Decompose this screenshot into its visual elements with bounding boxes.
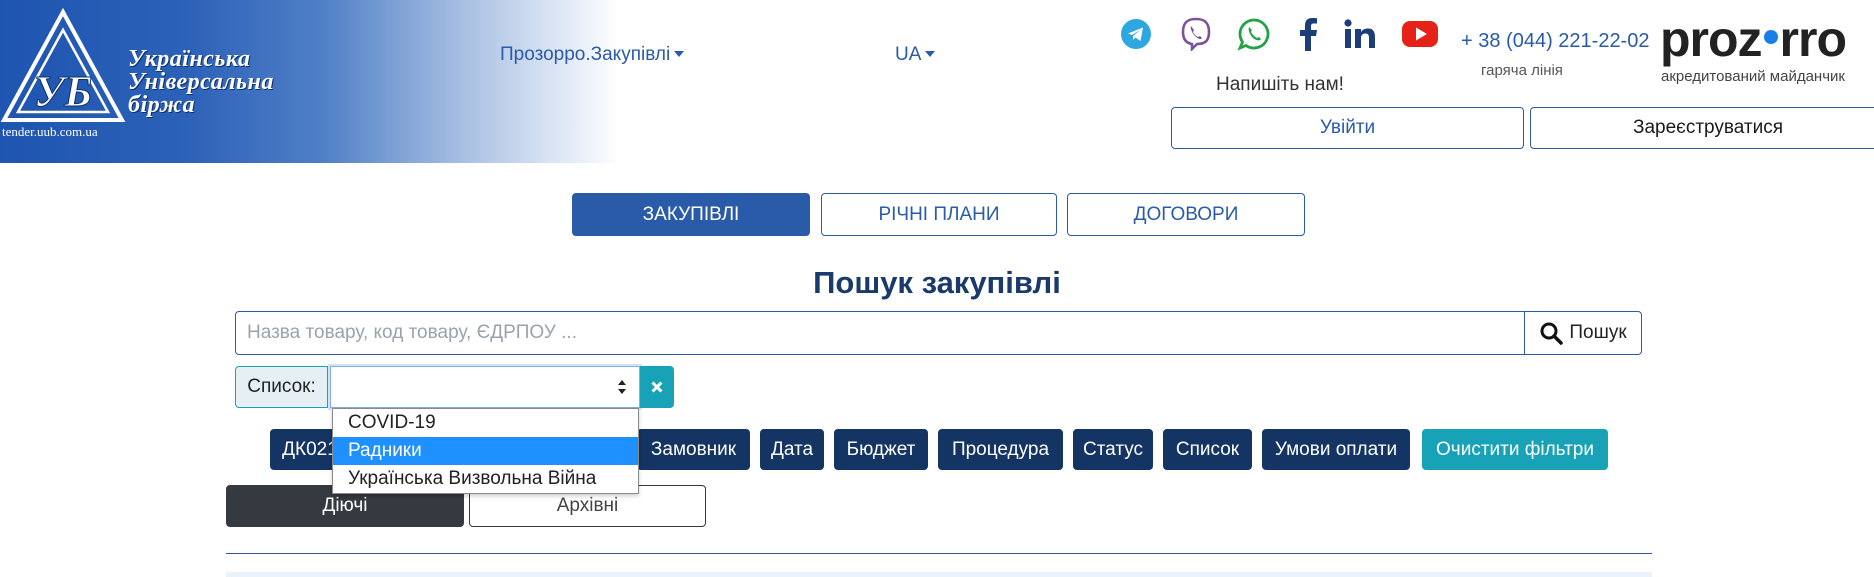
results-panel-top <box>226 572 1652 577</box>
list-select[interactable] <box>330 366 640 408</box>
hotline-label: гаряча лінія <box>1481 62 1563 79</box>
prozorro-logo-tail: rro <box>1779 11 1847 67</box>
language-label: UA <box>895 44 922 65</box>
logo-line-2: Універсальна <box>128 69 274 95</box>
svg-text:УБ: УБ <box>34 67 93 116</box>
close-icon <box>651 381 663 393</box>
select-updown-icon <box>618 380 626 394</box>
page-title: Пошук закупівлі <box>813 265 1061 300</box>
clear-filters-button[interactable]: Очистити фільтри <box>1422 429 1608 470</box>
whatsapp-icon[interactable] <box>1234 14 1274 54</box>
search-input[interactable] <box>235 311 1525 355</box>
search-icon <box>1540 322 1564 345</box>
search-button-label: Пошук <box>1569 322 1627 343</box>
filter-budget[interactable]: Бюджет <box>834 429 928 470</box>
list-filter-label: Список: <box>235 366 328 408</box>
language-dropdown[interactable]: UA <box>895 44 936 66</box>
tab-contracts[interactable]: Договори <box>1067 193 1305 236</box>
youtube-icon[interactable] <box>1400 14 1440 54</box>
filter-date[interactable]: Дата <box>760 429 824 470</box>
prozorro-logo[interactable]: proz rro <box>1660 10 1847 68</box>
filter-status[interactable]: Статус <box>1073 429 1153 470</box>
list-option-highlighted[interactable]: Радники <box>333 437 638 465</box>
prozorro-logo-head: proz <box>1660 11 1763 67</box>
caret-down-icon <box>674 51 685 57</box>
tab-annual-plans[interactable]: Річні плани <box>821 193 1057 236</box>
prozorro-zakupivli-label: Прозорро.Закупівлі <box>500 44 671 65</box>
prozorro-zakupivli-dropdown[interactable]: Прозорро.Закупівлі <box>500 44 685 66</box>
hotline-phone[interactable]: + 38 (044) 221-22-02 <box>1461 30 1649 53</box>
list-option[interactable]: Українська Визвольна Війна <box>333 465 638 493</box>
accredited-label: акредитований майданчик <box>1661 68 1845 85</box>
clear-list-button[interactable] <box>640 366 674 408</box>
facebook-icon[interactable] <box>1288 14 1328 54</box>
tab-zakupivli[interactable]: Закупівлі <box>572 193 810 236</box>
search-button[interactable]: Пошук <box>1524 311 1642 355</box>
prozorro-dot-icon <box>1763 30 1778 44</box>
register-button[interactable]: Зареєструватися <box>1530 107 1874 149</box>
logo-line-3: біржа <box>128 92 196 118</box>
write-us-text[interactable]: Напишіть нам! <box>1216 74 1344 96</box>
logo-url: tender.uub.com.ua <box>2 124 98 139</box>
linkedin-icon[interactable] <box>1340 14 1380 54</box>
caret-down-icon <box>925 51 936 57</box>
filter-payment-terms[interactable]: Умови оплати <box>1262 429 1410 470</box>
uub-logo[interactable]: УБ Українська Універсальна біржа tender.… <box>0 8 320 139</box>
filter-list[interactable]: Список <box>1163 429 1252 470</box>
logo-wordmark: Українська Універсальна біржа <box>128 46 274 118</box>
divider <box>226 553 1652 554</box>
uub-logo-emblem: УБ <box>0 8 126 122</box>
viber-icon[interactable] <box>1176 14 1216 54</box>
filter-procedure[interactable]: Процедура <box>938 429 1063 470</box>
login-button[interactable]: Увійти <box>1171 107 1524 149</box>
list-dropdown-menu: COVID-19 Радники Українська Визвольна Ві… <box>332 408 639 494</box>
list-option[interactable]: COVID-19 <box>333 409 638 437</box>
telegram-icon[interactable] <box>1116 14 1156 54</box>
filter-customer[interactable]: Замовник <box>637 429 750 470</box>
logo-line-1: Українська <box>128 46 251 72</box>
